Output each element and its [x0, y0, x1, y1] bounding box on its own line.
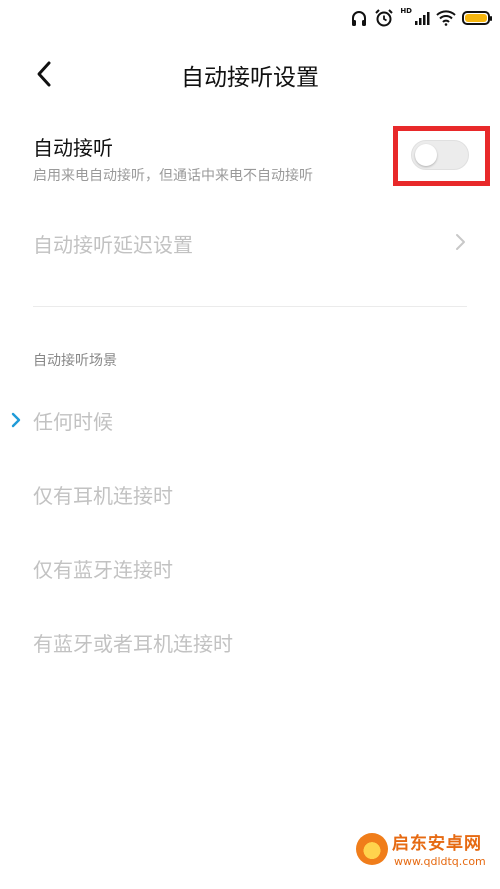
scene-item-bluetooth[interactable]: 仅有蓝牙连接时	[0, 546, 500, 590]
battery-icon	[462, 11, 492, 25]
scene-item-anytime[interactable]: 任何时候	[0, 398, 500, 442]
scenes-section-title: 自动接听场景	[33, 353, 117, 369]
scene-item-label: 有蓝牙或者耳机连接时	[33, 632, 233, 656]
delay-setting-label: 自动接听延迟设置	[33, 233, 193, 257]
auto-answer-toggle[interactable]	[411, 140, 469, 170]
selected-chevron-icon	[11, 412, 21, 428]
page-title: 自动接听设置	[181, 65, 319, 91]
wifi-icon	[436, 10, 456, 26]
scene-item-label: 仅有蓝牙连接时	[33, 558, 173, 582]
battery-level	[465, 14, 487, 22]
scene-item-label: 任何时候	[33, 410, 113, 434]
scene-item-label: 仅有耳机连接时	[33, 484, 173, 508]
scene-item-headphones[interactable]: 仅有耳机连接时	[0, 472, 500, 516]
divider	[33, 306, 467, 307]
alarm-icon	[375, 9, 394, 27]
delay-setting-row[interactable]: 自动接听延迟设置	[0, 220, 500, 264]
status-icons: HD	[350, 6, 492, 30]
auto-answer-description: 启用来电自动接听，但通话中来电不自动接听	[33, 168, 313, 184]
chevron-right-icon	[456, 234, 465, 250]
auto-answer-row: 自动接听 启用来电自动接听，但通话中来电不自动接听	[0, 126, 500, 194]
watermark-logo-icon	[356, 833, 388, 865]
scene-item-bluetooth-or-headphones[interactable]: 有蓝牙或者耳机连接时	[0, 620, 500, 664]
auto-answer-title: 自动接听	[33, 136, 113, 160]
headphones-icon	[352, 11, 367, 26]
status-bar: HD	[0, 0, 500, 36]
header: 自动接听设置	[0, 48, 500, 98]
toggle-knob	[415, 144, 437, 166]
watermark-name: 启东安卓网	[392, 834, 482, 854]
signal-icon	[415, 12, 430, 25]
watermark: 启东安卓网 www.qdldtq.com	[352, 819, 492, 887]
hd-label: HD	[400, 7, 412, 15]
watermark-url: www.qdldtq.com	[394, 855, 486, 868]
